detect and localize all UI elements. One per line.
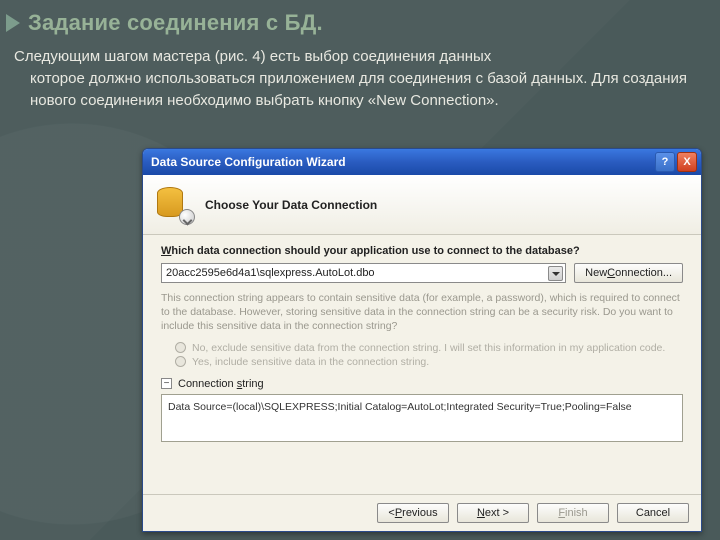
slide-title: Задание соединения с БД. (28, 10, 323, 36)
dialog-header-title: Choose Your Data Connection (205, 198, 377, 212)
connection-combobox-value: 20acc2595e6d4a1\sqlexpress.AutoLot.dbo (166, 267, 375, 279)
chevron-down-icon[interactable] (548, 266, 563, 281)
minus-icon: − (164, 379, 170, 389)
dialog-header: Choose Your Data Connection (143, 175, 701, 235)
radio-icon (175, 342, 186, 353)
titlebar[interactable]: Data Source Configuration Wizard ? X (143, 149, 701, 175)
connection-string-box[interactable]: Data Source=(local)\SQLEXPRESS;Initial C… (161, 394, 683, 442)
close-button[interactable]: X (677, 152, 697, 172)
new-connection-button[interactable]: New Connection... (574, 263, 683, 283)
radio-icon (175, 356, 186, 367)
finish-button: Finish (537, 503, 609, 523)
database-icon (157, 187, 193, 223)
previous-button[interactable]: < Previous (377, 503, 449, 523)
help-button[interactable]: ? (655, 152, 675, 172)
help-icon: ? (662, 156, 669, 168)
slide-title-row: Задание соединения с БД. (0, 0, 720, 40)
slide-paragraph-1: Следующим шагом мастера (рис. 4) есть вы… (14, 46, 696, 68)
cancel-button[interactable]: Cancel (617, 503, 689, 523)
connection-question: Which data connection should your applic… (161, 245, 683, 257)
connection-string-label: Connection string (178, 378, 264, 390)
radio-exclude-label: No, exclude sensitive data from the conn… (192, 342, 665, 354)
sensitive-data-text: This connection string appears to contai… (161, 291, 683, 334)
radio-include-label: Yes, include sensitive data in the conne… (192, 356, 429, 368)
dialog-content: Which data connection should your applic… (143, 235, 701, 494)
connection-combobox[interactable]: 20acc2595e6d4a1\sqlexpress.AutoLot.dbo (161, 263, 566, 283)
bullet-triangle-icon (6, 14, 20, 32)
slide-paragraph-2: которое должно использоваться приложение… (14, 68, 696, 112)
close-icon: X (683, 156, 690, 168)
radio-exclude: No, exclude sensitive data from the conn… (175, 342, 683, 354)
next-button[interactable]: Next > (457, 503, 529, 523)
connection-string-value: Data Source=(local)\SQLEXPRESS;Initial C… (168, 401, 632, 413)
titlebar-text: Data Source Configuration Wizard (151, 155, 653, 169)
radio-include: Yes, include sensitive data in the conne… (175, 356, 683, 368)
expander-toggle[interactable]: − (161, 378, 172, 389)
wizard-dialog: Data Source Configuration Wizard ? X Cho… (142, 148, 702, 532)
dialog-footer: < Previous Next > Finish Cancel (143, 494, 701, 531)
slide-body: Следующим шагом мастера (рис. 4) есть вы… (0, 40, 720, 111)
